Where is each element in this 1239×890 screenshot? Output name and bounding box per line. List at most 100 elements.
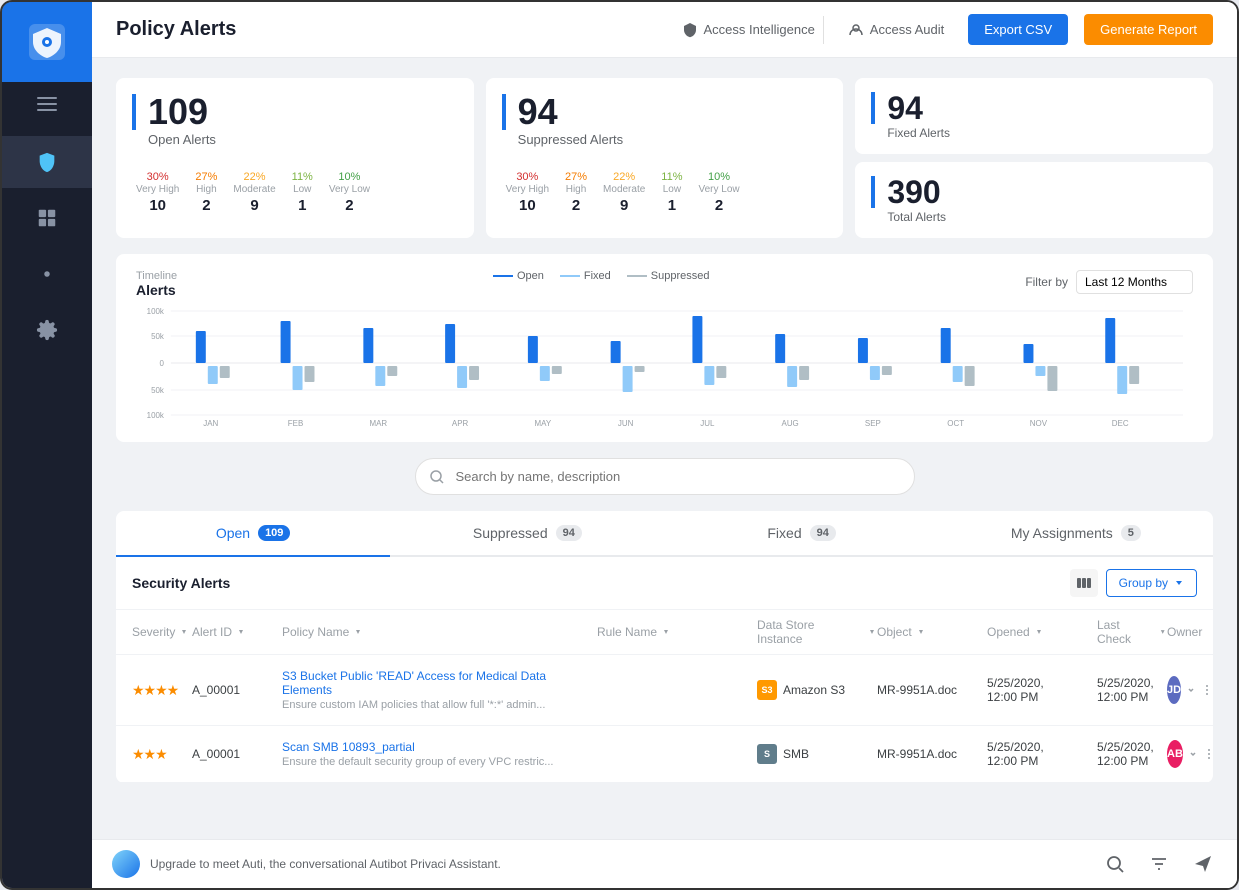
row2-more[interactable]	[1203, 745, 1215, 763]
svg-text:AUG: AUG	[782, 419, 799, 426]
legend-fixed-dot	[560, 275, 580, 277]
svg-text:FEB: FEB	[288, 419, 303, 426]
sidebar	[2, 2, 92, 888]
svg-text:50k: 50k	[151, 386, 164, 395]
sidebar-logo	[2, 2, 92, 82]
tab-open-label: Open	[216, 525, 250, 541]
opened-row2: 5/25/2020,12:00 PM	[987, 740, 1097, 768]
sidebar-item-gear[interactable]	[2, 304, 92, 356]
tab-fixed-label: Fixed	[767, 525, 801, 541]
chart-area: 100k 50k 0 50k 100k	[136, 306, 1193, 426]
col-last-check[interactable]: Last Check	[1097, 618, 1167, 646]
row1-more[interactable]	[1201, 681, 1213, 699]
data-store-row1: S3 Amazon S3	[757, 680, 877, 700]
svg-text:OCT: OCT	[947, 419, 964, 426]
col-policy-name[interactable]: Policy Name	[282, 625, 597, 639]
sidebar-item-settings[interactable]	[2, 248, 92, 300]
table-row: ★★★★ A_00001 S3 Bucket Public 'READ' Acc…	[116, 655, 1213, 726]
content-area: 109 Open Alerts 30% Very High 10 27% Hig…	[92, 58, 1237, 839]
access-intelligence-link[interactable]: Access Intelligence	[674, 16, 824, 44]
col-data-store[interactable]: Data Store Instance	[757, 618, 877, 646]
chart-card: Timeline Alerts Open Fixed	[116, 254, 1213, 442]
main-content: Policy Alerts Access Intelligence Access…	[92, 2, 1237, 888]
bottom-bar: Upgrade to meet Auti, the conversational…	[92, 839, 1237, 888]
amazon-s3-icon: S3	[757, 680, 777, 700]
menu-icon[interactable]	[2, 82, 92, 126]
legend-open-dot	[493, 275, 513, 277]
search-bottom-icon[interactable]	[1101, 850, 1129, 878]
legend-suppressed: Suppressed	[627, 270, 710, 282]
search-input[interactable]	[415, 458, 915, 495]
severity-stars-row2: ★★★	[132, 746, 192, 763]
severity-low-suppressed: 11% Low 1	[661, 171, 682, 214]
svg-text:JAN: JAN	[203, 419, 218, 426]
tab-fixed[interactable]: Fixed 94	[665, 511, 939, 557]
group-by-label: Group by	[1119, 576, 1168, 590]
legend-suppressed-label: Suppressed	[651, 270, 710, 282]
search-icon	[429, 469, 445, 485]
table-actions: Group by	[1070, 569, 1197, 597]
opened-row1: 5/25/2020,12:00 PM	[987, 676, 1097, 704]
table-row: ★★★ A_00001 Scan SMB 10893_partial Ensur…	[116, 726, 1213, 783]
filter-label: Filter by	[1025, 275, 1068, 289]
chart-filter: Filter by Last 12 Months Last 6 Months L…	[1025, 270, 1193, 294]
last-check-row2: 5/25/2020,12:00 PM	[1097, 740, 1167, 768]
svg-text:100k: 100k	[147, 411, 164, 420]
table-card: Security Alerts Group by	[116, 557, 1213, 783]
sidebar-item-dashboard[interactable]	[2, 192, 92, 244]
export-csv-button[interactable]: Export CSV	[968, 14, 1068, 45]
severity-stars-row1: ★★★★	[132, 682, 192, 699]
legend-fixed: Fixed	[560, 270, 611, 282]
policy-name-cell-row2: Scan SMB 10893_partial Ensure the defaul…	[282, 740, 597, 768]
table-section-title: Security Alerts	[132, 575, 230, 591]
suppressed-severity-row: 30% Very High 10 27% High 2 22% Moderate	[502, 163, 828, 214]
row2-chevron[interactable]	[1187, 745, 1199, 763]
legend-open: Open	[493, 270, 544, 282]
svg-text:NOV: NOV	[1030, 419, 1048, 426]
svg-text:APR: APR	[452, 419, 469, 426]
table-header-row: Security Alerts Group by	[116, 557, 1213, 610]
page-title: Policy Alerts	[116, 18, 236, 41]
col-opened[interactable]: Opened	[987, 625, 1097, 639]
tab-suppressed-label: Suppressed	[473, 525, 548, 541]
col-rule-name[interactable]: Rule Name	[597, 625, 757, 639]
severity-moderate-open: 22% Moderate 9	[233, 171, 275, 214]
alert-id-row1: A_00001	[192, 683, 282, 697]
legend-suppressed-dot	[627, 275, 647, 277]
tab-my-assignments[interactable]: My Assignments 5	[939, 511, 1213, 557]
tab-my-assignments-badge: 5	[1121, 525, 1141, 541]
row2-actions: AB	[1167, 740, 1197, 768]
filter-select[interactable]: Last 12 Months Last 6 Months Last 3 Mont…	[1076, 270, 1193, 294]
filter-bottom-icon[interactable]	[1145, 850, 1173, 878]
data-store-row2: S SMB	[757, 744, 877, 764]
tab-open[interactable]: Open 109	[116, 511, 390, 557]
svg-text:DEC: DEC	[1112, 419, 1129, 426]
severity-very-high-suppressed: 30% Very High 10	[506, 171, 549, 214]
chart-legend: Open Fixed Suppressed	[493, 270, 710, 282]
tab-suppressed-badge: 94	[556, 525, 582, 541]
sidebar-item-policy[interactable]	[2, 136, 92, 188]
access-audit-link[interactable]: Access Audit	[840, 16, 952, 44]
open-alerts-number: 109	[132, 94, 458, 130]
owner-avatar-row1: JD	[1167, 676, 1181, 704]
owner-avatar-row2: AB	[1167, 740, 1183, 768]
svg-text:MAR: MAR	[369, 419, 387, 426]
send-bottom-icon[interactable]	[1189, 850, 1217, 878]
policy-name-cell-row1: S3 Bucket Public 'READ' Access for Medic…	[282, 669, 597, 711]
col-owner[interactable]: Owner	[1167, 625, 1197, 639]
tab-my-assignments-label: My Assignments	[1011, 525, 1113, 541]
columns-icon[interactable]	[1070, 569, 1098, 597]
bottom-message-text: Upgrade to meet Auti, the conversational…	[150, 857, 501, 871]
row1-chevron[interactable]	[1185, 681, 1197, 699]
generate-report-button[interactable]: Generate Report	[1084, 14, 1213, 45]
group-by-button[interactable]: Group by	[1106, 569, 1197, 597]
tabs-row: Open 109 Suppressed 94 Fixed 94 My Assig…	[116, 511, 1213, 557]
col-severity[interactable]: Severity	[132, 625, 192, 639]
col-object[interactable]: Object	[877, 625, 987, 639]
svg-text:MAY: MAY	[535, 419, 552, 426]
col-alert-id[interactable]: Alert ID	[192, 625, 282, 639]
object-row1: MR-9951A.doc	[877, 683, 987, 697]
tab-suppressed[interactable]: Suppressed 94	[390, 511, 664, 557]
fixed-total-cards: 94 Fixed Alerts 390 Total Alerts	[855, 78, 1213, 238]
chart-subtitle: Timeline	[136, 270, 177, 282]
